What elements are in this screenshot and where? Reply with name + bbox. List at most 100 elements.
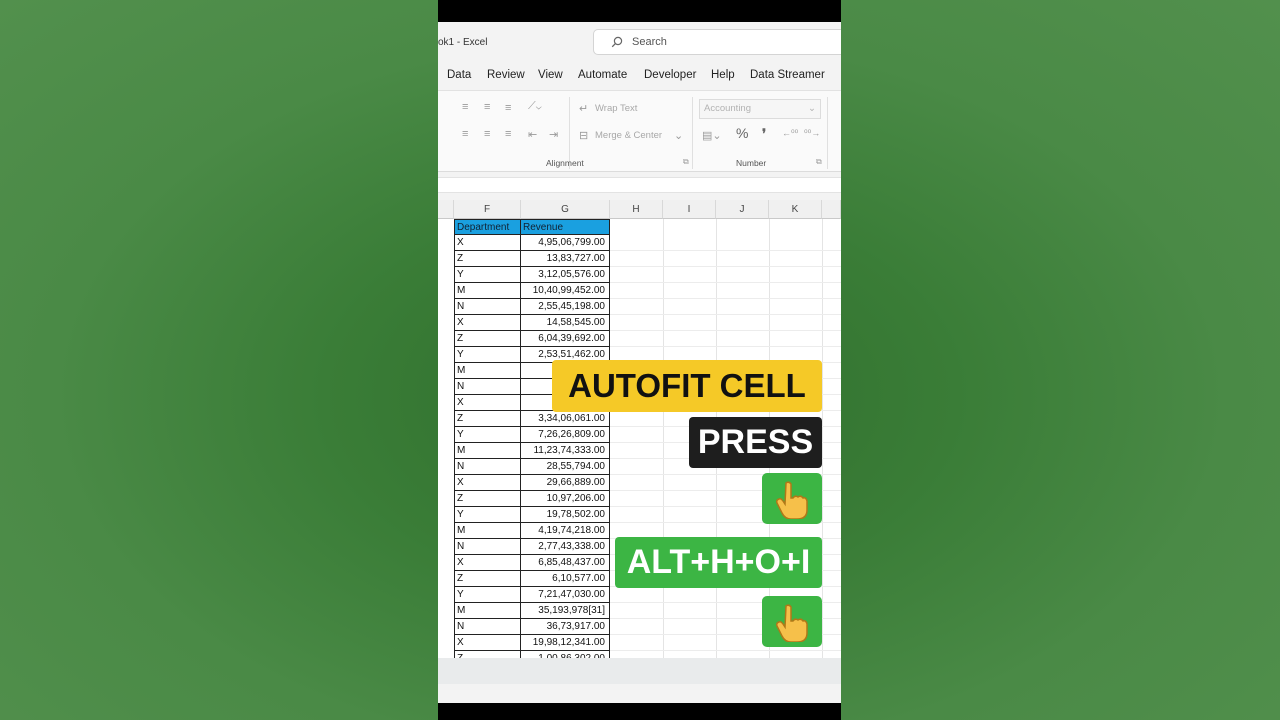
department-cell[interactable]: Y — [454, 587, 521, 603]
revenue-cell[interactable]: 6,85,48,437.00 — [521, 555, 610, 571]
status-bar — [438, 684, 841, 703]
revenue-cell[interactable]: 6,04,39,692.00 — [521, 331, 610, 347]
overlay-title: AUTOFIT CELL — [552, 360, 822, 412]
tab-data-streamer[interactable]: Data Streamer — [750, 69, 825, 81]
column-header-g[interactable]: G — [521, 200, 610, 219]
percent-button[interactable]: % — [736, 125, 748, 141]
align-center-icon[interactable]: ≡ — [484, 128, 490, 140]
department-cell[interactable]: M — [454, 603, 521, 619]
align-bottom-icon[interactable]: ≡ — [505, 102, 511, 114]
dialog-launcher-icon[interactable]: ⧉ — [683, 157, 689, 167]
revenue-cell[interactable]: 11,23,74,333.00 — [521, 443, 610, 459]
department-cell[interactable]: Z — [454, 651, 521, 658]
tab-view[interactable]: View — [538, 69, 563, 81]
department-cell[interactable]: N — [454, 619, 521, 635]
department-cell[interactable]: M — [454, 363, 521, 379]
column-header-k[interactable]: K — [769, 200, 822, 219]
decrease-decimal-icon[interactable]: ⁰⁰→ — [804, 128, 820, 139]
column-header-i[interactable]: I — [663, 200, 716, 219]
comma-style-button[interactable]: ❜ — [762, 126, 766, 142]
align-middle-icon[interactable]: ≡ — [484, 101, 490, 113]
column-header-f[interactable]: F — [454, 200, 521, 219]
chevron-down-icon[interactable]: ⌄ — [674, 129, 683, 142]
revenue-cell[interactable]: 36,73,917.00 — [521, 619, 610, 635]
tab-automate[interactable]: Automate — [578, 69, 627, 81]
revenue-cell[interactable]: 35,193,978[31] — [521, 603, 610, 619]
department-cell[interactable]: Z — [454, 491, 521, 507]
align-left-icon[interactable]: ≡ — [462, 128, 468, 140]
revenue-cell[interactable]: 14,58,545.00 — [521, 315, 610, 331]
tab-review[interactable]: Review — [487, 69, 525, 81]
department-cell[interactable]: X — [454, 315, 521, 331]
department-cell[interactable]: Y — [454, 347, 521, 363]
revenue-cell[interactable]: 2,55,45,198.00 — [521, 299, 610, 315]
header-revenue[interactable]: Revenue — [521, 219, 610, 235]
revenue-cell[interactable]: 19,78,502.00 — [521, 507, 610, 523]
currency-icon[interactable]: ▤⌄ — [702, 129, 722, 142]
department-cell[interactable]: M — [454, 443, 521, 459]
department-cell[interactable]: Z — [454, 571, 521, 587]
revenue-cell[interactable]: 2,77,43,338.00 — [521, 539, 610, 555]
department-cell[interactable]: Z — [454, 411, 521, 427]
column-header-next[interactable] — [822, 200, 841, 219]
align-top-icon[interactable]: ≡ — [462, 101, 468, 113]
department-cell[interactable]: Z — [454, 331, 521, 347]
revenue-cell[interactable]: 4,19,74,218.00 — [521, 523, 610, 539]
revenue-cell[interactable]: 28,55,794.00 — [521, 459, 610, 475]
revenue-cell[interactable]: 3,34,06,061.00 — [521, 411, 610, 427]
department-cell[interactable]: M — [454, 283, 521, 299]
divider — [827, 97, 828, 169]
overlay-press: PRESS — [689, 417, 822, 468]
column-header-j[interactable]: J — [716, 200, 769, 219]
tab-data[interactable]: Data — [447, 69, 471, 81]
revenue-cell[interactable]: 7,21,47,030.00 — [521, 587, 610, 603]
revenue-cell[interactable]: 10,40,99,452.00 — [521, 283, 610, 299]
department-cell[interactable]: X — [454, 395, 521, 411]
revenue-cell[interactable]: 29,66,889.00 — [521, 475, 610, 491]
department-cell[interactable]: X — [454, 635, 521, 651]
department-cell[interactable]: N — [454, 459, 521, 475]
gridline — [610, 298, 841, 299]
tab-developer[interactable]: Developer — [644, 69, 696, 81]
gridline — [822, 219, 823, 658]
increase-indent-icon[interactable]: ⇥ — [549, 128, 558, 141]
department-cell[interactable]: M — [454, 523, 521, 539]
revenue-cell[interactable]: 7,26,26,809.00 — [521, 427, 610, 443]
tab-help[interactable]: Help — [711, 69, 735, 81]
revenue-cell[interactable]: 4,95,06,799.00 — [521, 235, 610, 251]
formula-input[interactable] — [438, 177, 841, 193]
merge-center-button[interactable]: Merge & Center — [595, 130, 662, 141]
orientation-icon[interactable]: ⟋⌄ — [528, 100, 542, 113]
bottom-black-bar — [438, 703, 841, 720]
revenue-cell[interactable]: 10,97,206.00 — [521, 491, 610, 507]
department-cell[interactable]: N — [454, 379, 521, 395]
wrap-text-button[interactable]: Wrap Text — [595, 103, 637, 114]
divider — [692, 97, 693, 169]
dialog-launcher-icon[interactable]: ⧉ — [816, 157, 822, 167]
revenue-cell[interactable]: 19,98,12,341.00 — [521, 635, 610, 651]
revenue-cell[interactable]: 13,83,727.00 — [521, 251, 610, 267]
revenue-cell[interactable]: 6,10,577.00 — [521, 571, 610, 587]
department-cell[interactable]: Y — [454, 267, 521, 283]
department-cell[interactable]: X — [454, 555, 521, 571]
department-cell[interactable]: X — [454, 235, 521, 251]
department-cell[interactable]: Y — [454, 427, 521, 443]
align-right-icon[interactable]: ≡ — [505, 128, 511, 140]
department-cell[interactable]: X — [454, 475, 521, 491]
chevron-down-icon: ⌄ — [808, 103, 816, 114]
department-cell[interactable]: N — [454, 299, 521, 315]
header-department[interactable]: Department — [454, 219, 521, 235]
gridline — [610, 314, 841, 315]
revenue-cell[interactable]: 1,00,86,302.00 — [521, 651, 610, 658]
department-cell[interactable]: Y — [454, 507, 521, 523]
gridline — [610, 250, 841, 251]
increase-decimal-icon[interactable]: ←⁰⁰ — [782, 128, 798, 139]
column-header-h[interactable]: H — [610, 200, 663, 219]
revenue-cell[interactable]: 3,12,05,576.00 — [521, 267, 610, 283]
search-box[interactable]: Search — [593, 29, 841, 55]
decrease-indent-icon[interactable]: ⇤ — [528, 128, 537, 141]
number-format-select[interactable]: Accounting ⌄ — [699, 99, 821, 119]
window-title: ok1 - Excel — [438, 37, 488, 48]
department-cell[interactable]: N — [454, 539, 521, 555]
department-cell[interactable]: Z — [454, 251, 521, 267]
